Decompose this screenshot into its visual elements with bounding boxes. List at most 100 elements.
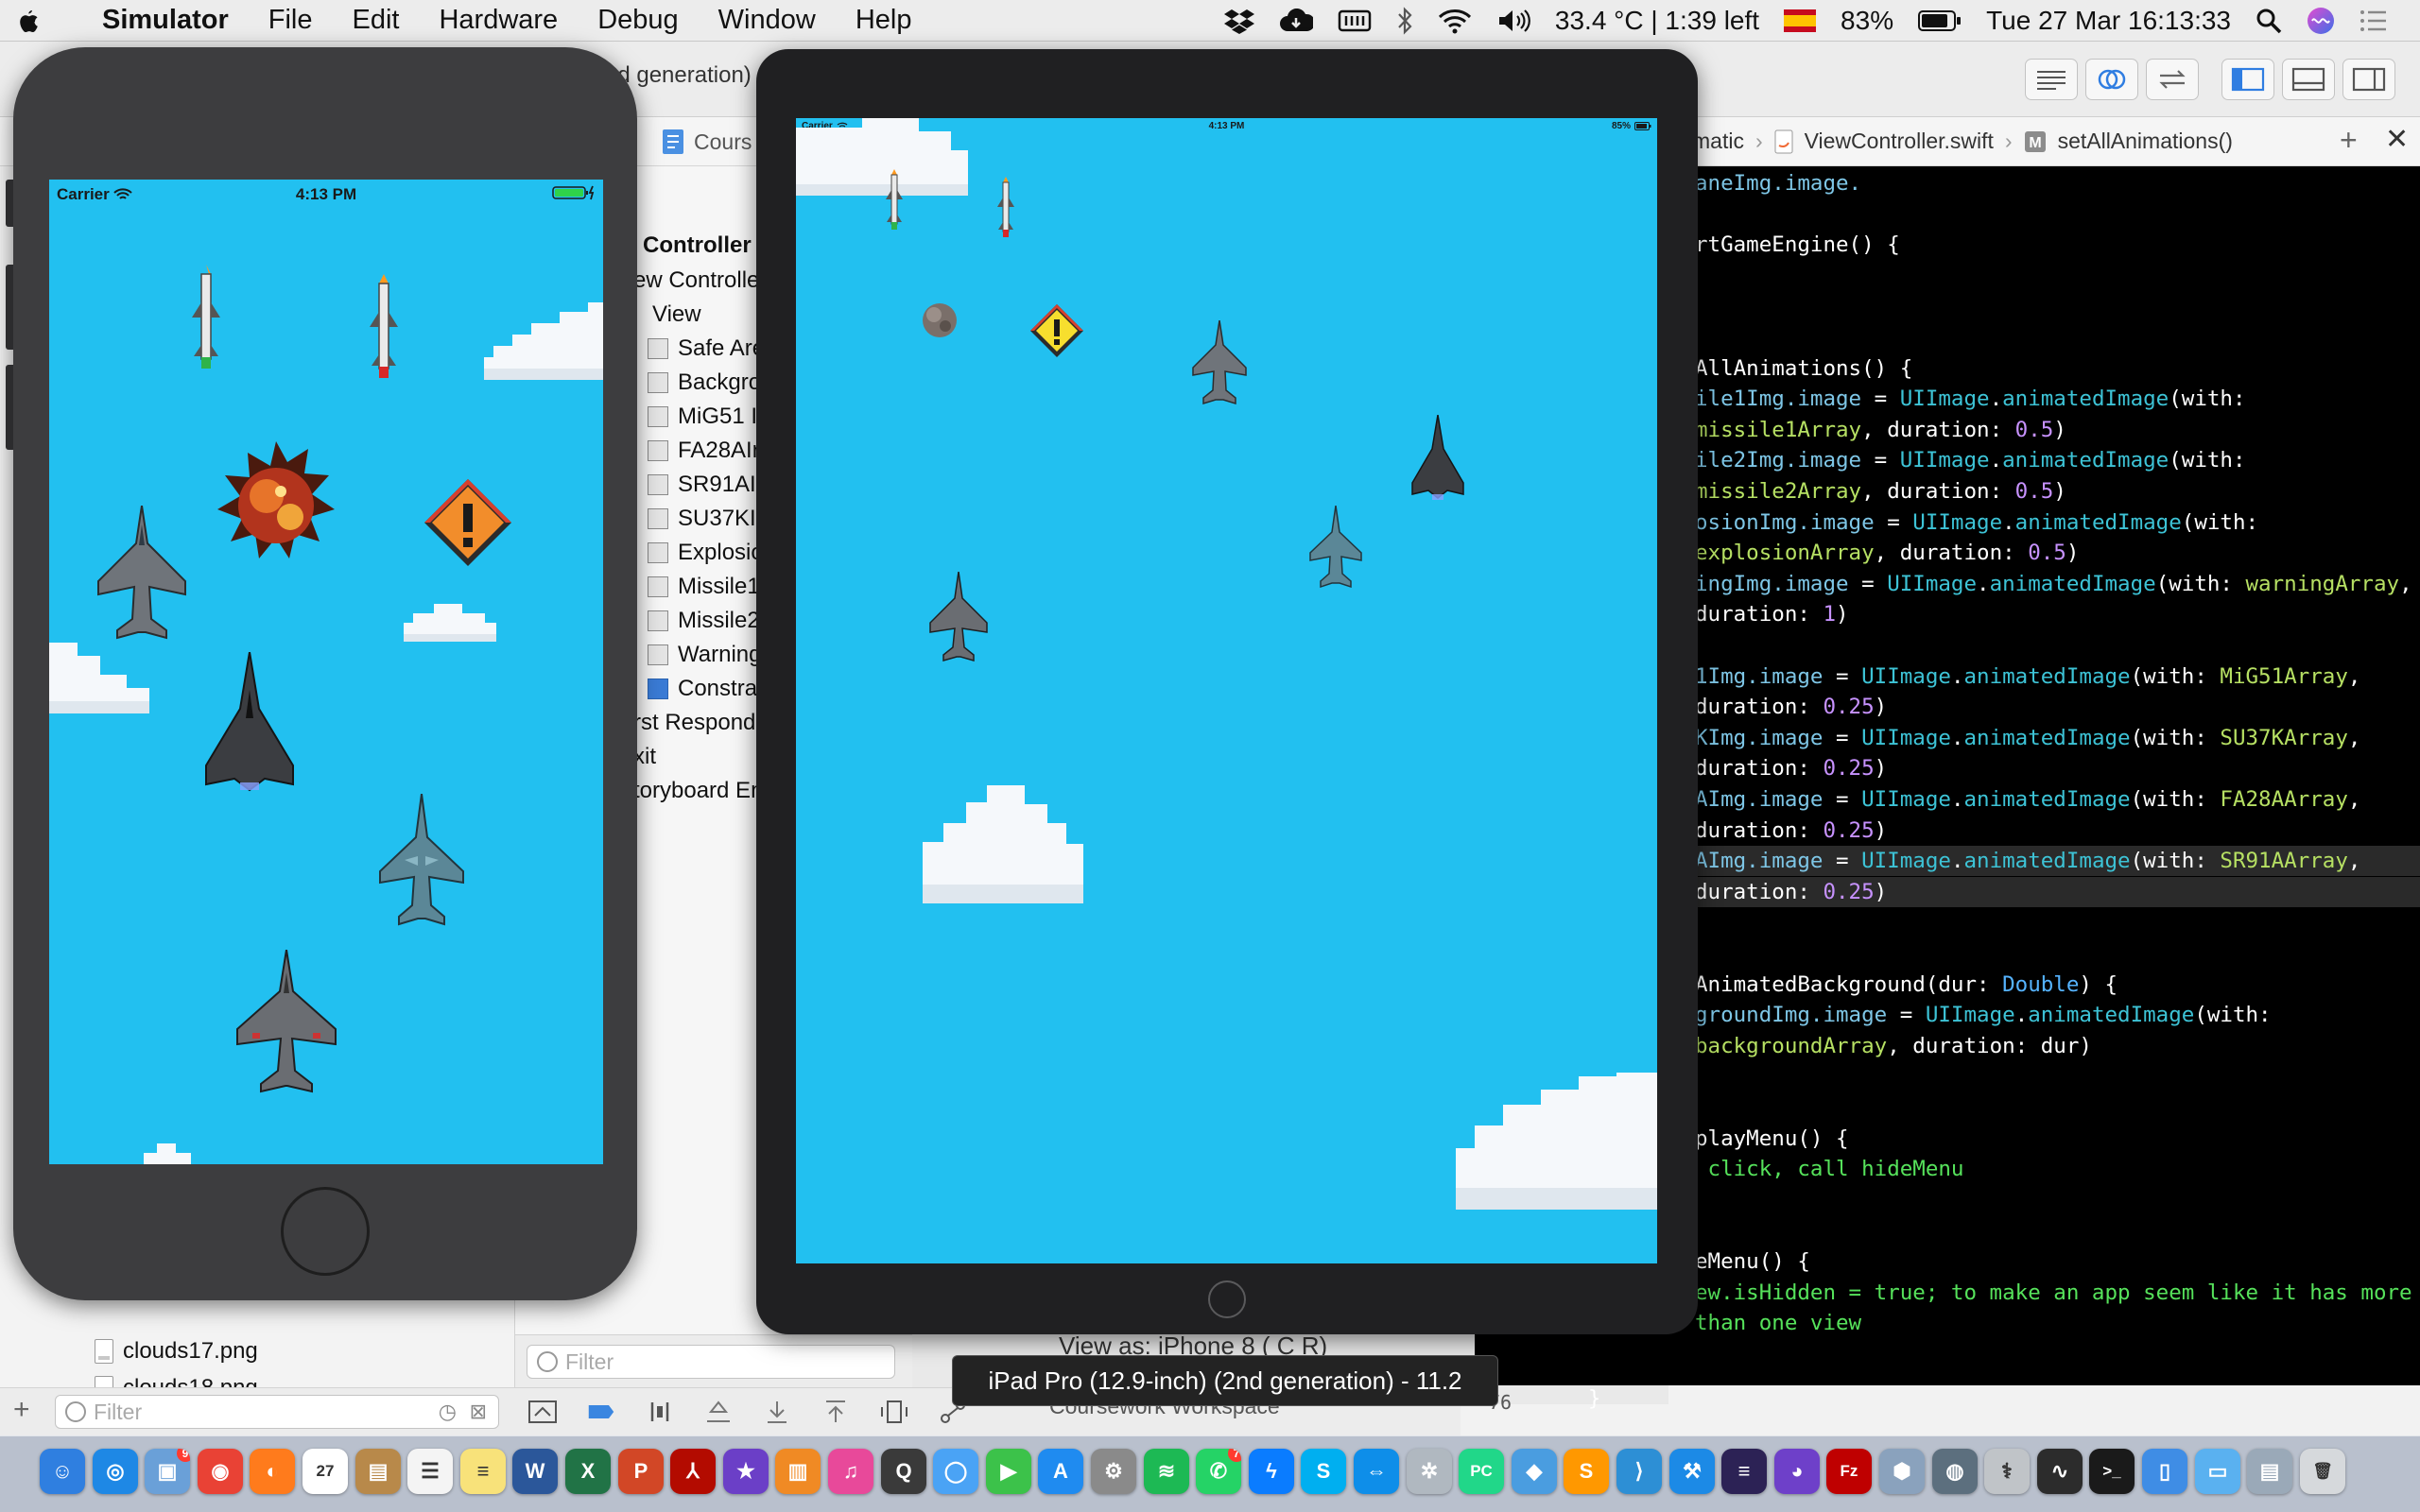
- memory-icon[interactable]: [1338, 9, 1372, 33]
- add-editor-plus-icon[interactable]: +: [2340, 123, 2358, 158]
- messages-icon[interactable]: ◯: [933, 1449, 978, 1494]
- cube-icon[interactable]: ◆: [1512, 1449, 1557, 1494]
- outline-row[interactable]: ew Controlle: [633, 267, 759, 294]
- menu-window[interactable]: Window: [718, 5, 816, 36]
- assistant-editor-button[interactable]: [2085, 59, 2138, 100]
- utility-icon[interactable]: ✲: [1407, 1449, 1452, 1494]
- appstore-icon[interactable]: A: [1038, 1449, 1083, 1494]
- pycharm-icon[interactable]: PC: [1459, 1449, 1504, 1494]
- code-line[interactable]: AImg.image = UIImage.animatedImage(with:…: [1695, 846, 2420, 877]
- virtualbox-icon[interactable]: ⬢: [1879, 1449, 1925, 1494]
- volume-up-button[interactable]: [6, 265, 13, 350]
- version-editor-button[interactable]: [2146, 59, 2199, 100]
- outline-filter-input[interactable]: Filter: [527, 1345, 895, 1379]
- code-line[interactable]: duration: 0.25): [1695, 692, 2420, 722]
- input-source-flag-icon[interactable]: [1784, 9, 1817, 32]
- outline-row[interactable]: Safe Are: [648, 335, 765, 362]
- outline-row[interactable]: SU37KI: [648, 506, 756, 532]
- add-file-plus-icon[interactable]: +: [13, 1394, 30, 1426]
- code-line[interactable]: than one view: [1695, 1308, 2420, 1338]
- menu-hardware[interactable]: Hardware: [439, 5, 558, 36]
- volume-icon[interactable]: [1496, 8, 1530, 34]
- mute-switch[interactable]: [6, 180, 13, 227]
- app-menu-simulator[interactable]: Simulator: [102, 5, 229, 36]
- firefox-icon[interactable]: ◐: [250, 1449, 295, 1494]
- books-icon[interactable]: ▥: [775, 1449, 821, 1494]
- standard-editor-button[interactable]: [2025, 59, 2078, 100]
- clock[interactable]: Tue 27 Mar 16:13:33: [1986, 6, 2231, 36]
- resizing-icon[interactable]: [821, 1400, 850, 1424]
- word-icon[interactable]: W: [512, 1449, 558, 1494]
- sublime-icon[interactable]: S: [1564, 1449, 1609, 1494]
- outline-row[interactable]: MiG51 I: [648, 404, 757, 430]
- outline-row[interactable]: Backgro: [648, 369, 761, 396]
- navigator-filter-input[interactable]: Filter ◷ ⊠: [55, 1395, 499, 1429]
- outline-row[interactable]: SR91AIr: [648, 472, 764, 498]
- code-line[interactable]: missile1Array, duration: 0.5): [1695, 415, 2420, 445]
- breadcrumb-group[interactable]: matic: [1692, 129, 1744, 154]
- spotify-icon[interactable]: ≋: [1144, 1449, 1189, 1494]
- menu-debug[interactable]: Debug: [597, 5, 678, 36]
- disk-utility-icon[interactable]: ⚕: [1984, 1449, 2030, 1494]
- code-line[interactable]: KImg.image = UIImage.animatedImage(with:…: [1695, 723, 2420, 753]
- messenger-icon[interactable]: ϟ: [1249, 1449, 1294, 1494]
- code-line[interactable]: duration: 1): [1695, 599, 2420, 629]
- itunes-icon[interactable]: ♫: [828, 1449, 873, 1494]
- debug-area-toggle-button[interactable]: [2282, 59, 2335, 100]
- outline-scene-title[interactable]: Controller S: [643, 232, 772, 259]
- utilities-toggle-button[interactable]: [2342, 59, 2395, 100]
- filezilla-icon[interactable]: Fz: [1826, 1449, 1872, 1494]
- navigator-file-item[interactable]: clouds17.png: [95, 1338, 258, 1365]
- excel-icon[interactable]: X: [565, 1449, 611, 1494]
- device-orientation-icon[interactable]: [880, 1400, 908, 1424]
- facetime-icon[interactable]: ▶: [986, 1449, 1031, 1494]
- breadcrumb-method[interactable]: setAllAnimations(): [2058, 129, 2233, 154]
- temperature-readout[interactable]: 33.4 °C | 1:39 left: [1555, 6, 1759, 36]
- powerpoint-icon[interactable]: P: [618, 1449, 664, 1494]
- battery-percentage[interactable]: 83%: [1841, 6, 1893, 36]
- simulator-icon[interactable]: ▯: [2142, 1449, 2187, 1494]
- code-line[interactable]: ile1Img.image = UIImage.animatedImage(wi…: [1695, 384, 2420, 414]
- bluetooth-icon[interactable]: [1396, 7, 1413, 35]
- ipad-simulator-window[interactable]: Carrier 4:13 PM 85%: [756, 49, 1698, 1334]
- code-line[interactable]: AllAnimations() {: [1695, 353, 2420, 384]
- code-line[interactable]: 1Img.image = UIImage.animatedImage(with:…: [1695, 662, 2420, 692]
- outline-jump-bar[interactable]: Cours: [662, 129, 752, 155]
- vscode-icon[interactable]: ⟩: [1616, 1449, 1662, 1494]
- preview-icon[interactable]: ▣ 9: [145, 1449, 190, 1494]
- code-line[interactable]: aneImg.image.: [1695, 168, 2420, 198]
- align-icon[interactable]: [646, 1400, 674, 1424]
- volume-down-button[interactable]: [6, 365, 13, 450]
- code-line[interactable]: AImg.image = UIImage.animatedImage(with:…: [1695, 784, 2420, 815]
- wifi-icon[interactable]: [1438, 8, 1472, 34]
- home-button[interactable]: [281, 1187, 370, 1276]
- notebook-icon[interactable]: ▤: [355, 1449, 401, 1494]
- dropbox-icon[interactable]: [1223, 8, 1254, 34]
- code-line[interactable]: AnimatedBackground(dur: Double) {: [1695, 970, 2420, 1000]
- notes-icon[interactable]: ≡: [460, 1449, 506, 1494]
- xcode-icon[interactable]: ⚒: [1669, 1449, 1715, 1494]
- outline-row[interactable]: Warning: [648, 642, 761, 668]
- code-line[interactable]: backgroundArray, duration: dur): [1695, 1031, 2420, 1061]
- code-line[interactable]: duration: 0.25): [1695, 816, 2420, 846]
- code-line[interactable]: ingImg.image = UIImage.animatedImage(wit…: [1695, 569, 2420, 599]
- outline-row[interactable]: Constra: [648, 676, 757, 702]
- github-icon[interactable]: ◕: [1774, 1449, 1820, 1494]
- code-line[interactable]: ew.isHidden = true; to make an app seem …: [1695, 1278, 2420, 1308]
- downloads-stack-icon[interactable]: ▤: [2247, 1449, 2292, 1494]
- code-line[interactable]: eMenu() {: [1695, 1246, 2420, 1277]
- recent-files-clock-icon[interactable]: ◷: [439, 1400, 457, 1424]
- notification-center-icon[interactable]: [2360, 9, 2388, 33]
- finder-icon[interactable]: ☺: [40, 1449, 85, 1494]
- menu-file[interactable]: File: [268, 5, 313, 36]
- toggle-outline-icon[interactable]: [528, 1400, 557, 1424]
- navigator-toggle-button[interactable]: [2221, 59, 2274, 100]
- embed-in-stack-icon[interactable]: [587, 1400, 615, 1424]
- safari-icon[interactable]: ◎: [93, 1449, 138, 1494]
- breadcrumb-file[interactable]: ViewController.swift: [1805, 129, 1994, 154]
- teamviewer-icon[interactable]: ⇔: [1354, 1449, 1399, 1494]
- iphone-simulator-window[interactable]: Carrier 4:13 PM: [6, 47, 637, 1300]
- eclipse-icon[interactable]: ≡: [1721, 1449, 1767, 1494]
- code-line[interactable]: explosionArray, duration: 0.5): [1695, 538, 2420, 568]
- code-line[interactable]: click, call hideMenu: [1695, 1154, 2420, 1184]
